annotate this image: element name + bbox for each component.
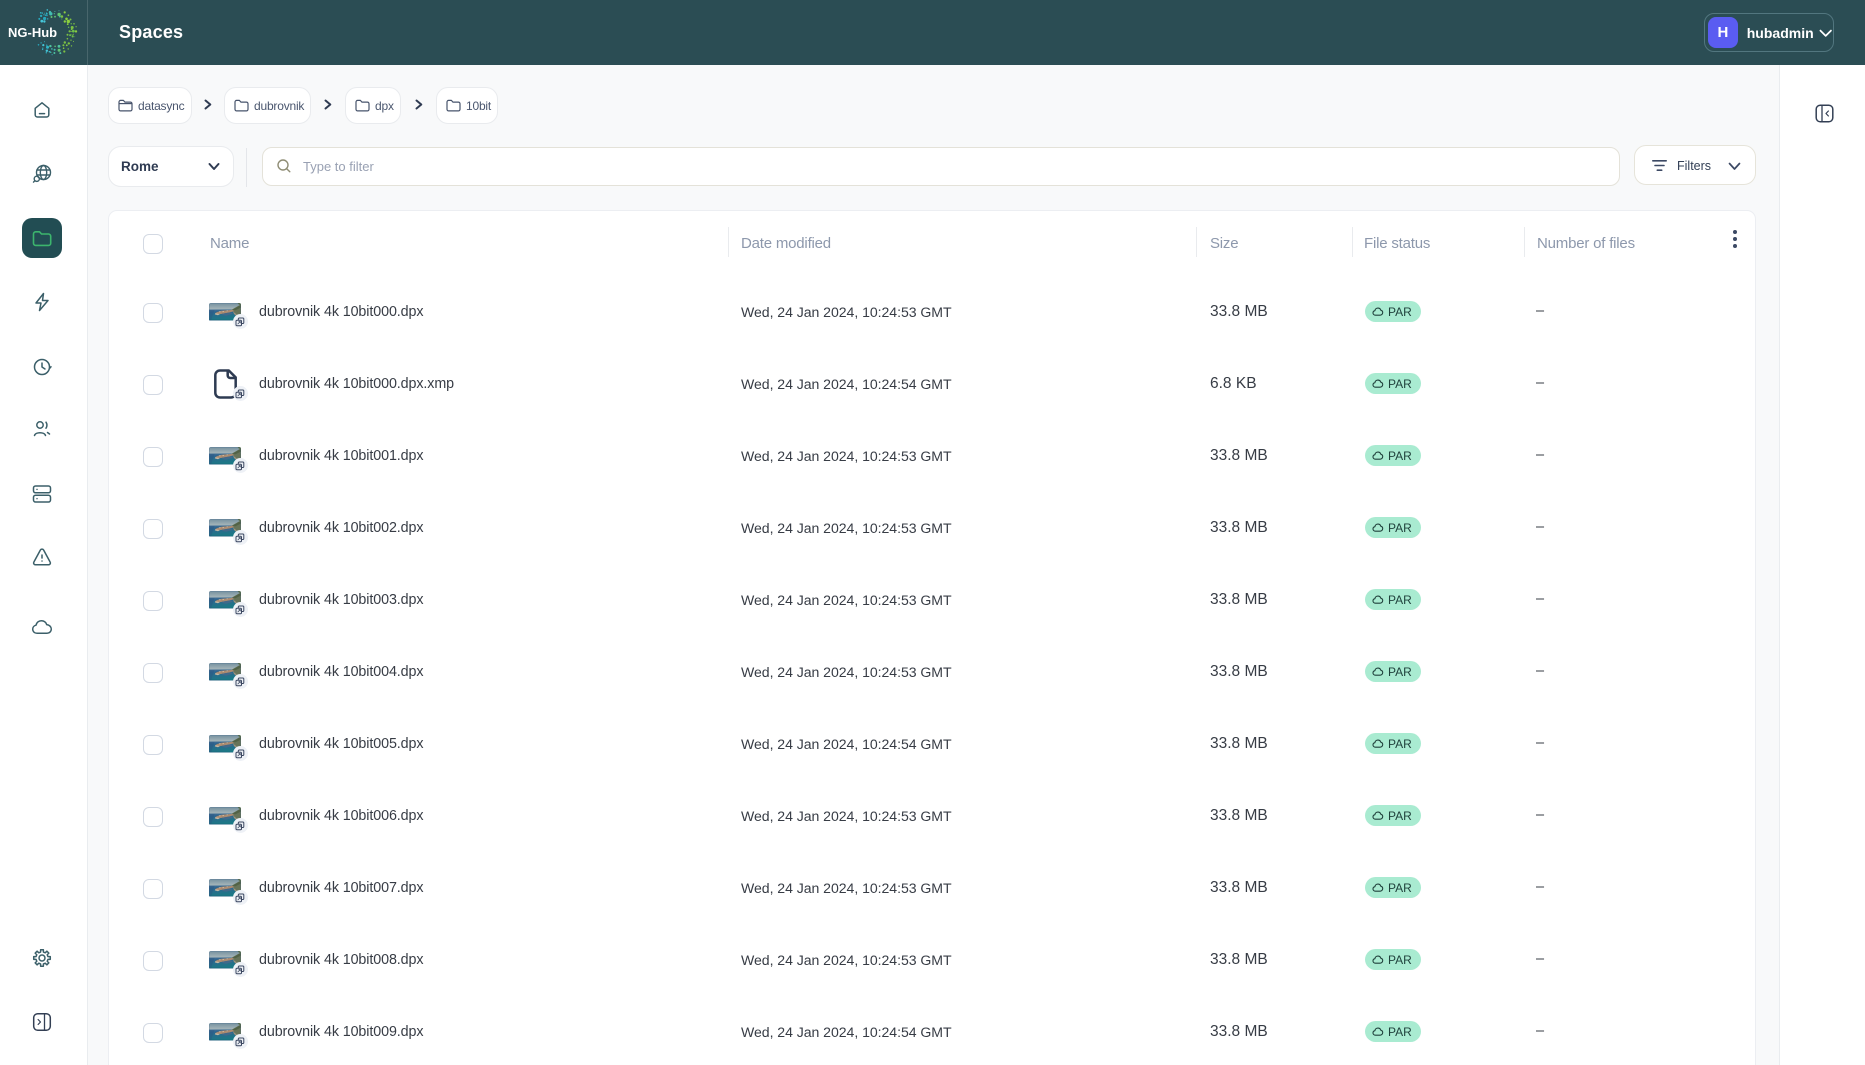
svg-text:NG-Hub: NG-Hub (8, 25, 57, 40)
